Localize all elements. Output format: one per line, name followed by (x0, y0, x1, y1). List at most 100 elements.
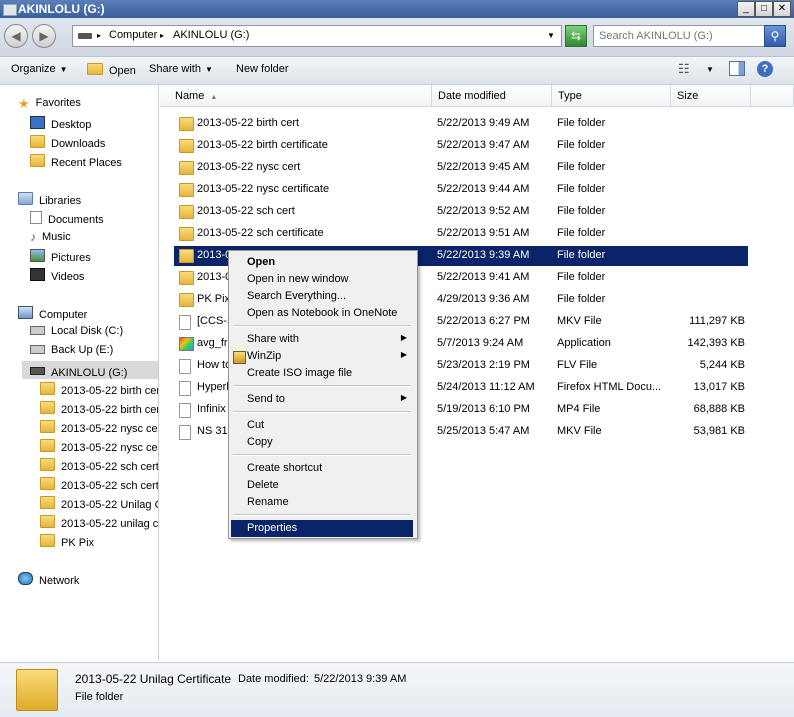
nav-subfolder[interactable]: 2013-05-22 nysc cer (40, 420, 158, 435)
breadcrumb-drive[interactable]: AKINLOLU (G:) (173, 29, 249, 41)
network-icon (18, 572, 33, 585)
file-date: 4/29/2013 9:36 AM (437, 293, 530, 305)
window-title: AKINLOLU (G:) (18, 2, 105, 16)
column-name-label: Name (175, 90, 205, 102)
breadcrumb-separator: ▸ (97, 31, 102, 40)
menu-item-rename[interactable]: Rename (231, 494, 413, 511)
search-input[interactable] (594, 26, 761, 46)
search-box[interactable] (593, 25, 765, 47)
maximize-button[interactable]: □ (755, 1, 773, 17)
folder-icon (16, 669, 58, 711)
column-header-type[interactable]: Type (552, 85, 671, 107)
nav-videos[interactable]: Videos (30, 268, 84, 283)
menu-item-create-shortcut[interactable]: Create shortcut (231, 460, 413, 477)
context-menu: Open Open in new window Search Everything.… (228, 250, 418, 539)
nav-documents[interactable]: Documents (30, 211, 104, 226)
file-name: 2013-05-22 sch certificate (197, 227, 324, 239)
nav-network[interactable]: Network (18, 572, 79, 587)
nav-desktop[interactable]: Desktop (30, 116, 91, 131)
nav-favorites[interactable]: ★ Favorites (18, 96, 81, 111)
menu-item-copy[interactable]: Copy (231, 434, 413, 451)
nav-subfolder[interactable]: 2013-05-22 nysc cer (40, 439, 158, 454)
menu-separator (233, 385, 411, 387)
nav-subfolder-label: 2013-05-22 nysc cer (61, 442, 158, 454)
file-icon (179, 425, 191, 440)
nav-subfolder[interactable]: PK Pix (40, 534, 158, 549)
chevron-down-icon: ▼ (59, 65, 68, 74)
menu-item-create-iso-image-file[interactable]: Create ISO image file (231, 365, 413, 382)
menu-item-properties[interactable]: Properties (231, 520, 413, 537)
column-header-name[interactable]: Name ▲ (160, 85, 432, 107)
breadcrumb-computer[interactable]: Computer (109, 29, 157, 41)
address-dropdown-icon[interactable]: ▼ (547, 31, 555, 40)
nav-subfolder[interactable]: 2013-05-22 unilag ce (40, 515, 158, 530)
help-icon[interactable]: ? (757, 61, 773, 77)
file-row[interactable]: 2013-05-22 nysc cert 5/22/2013 9:45 AM Fil… (174, 158, 748, 178)
nav-videos-label: Videos (51, 271, 85, 283)
nav-subfolder[interactable]: 2013-05-22 sch cert (40, 458, 158, 473)
nav-pictures[interactable]: Pictures (30, 249, 91, 264)
nav-subfolder[interactable]: 2013-05-22 birth cer (40, 382, 158, 397)
nav-akinlolu-drive[interactable]: AKINLOLU (G:) (22, 361, 158, 379)
forward-button[interactable]: ▶ (32, 24, 56, 48)
back-button[interactable]: ◀ (4, 24, 28, 48)
menu-item-open[interactable]: Open (231, 254, 413, 271)
open-button[interactable]: Open (87, 63, 136, 77)
menu-item-cut[interactable]: Cut (231, 417, 413, 434)
menu-item-delete[interactable]: Delete (231, 477, 413, 494)
star-icon: ★ (18, 96, 30, 111)
nav-computer[interactable]: Computer (18, 306, 87, 321)
nav-documents-label: Documents (48, 214, 104, 226)
nav-libraries[interactable]: Libraries (18, 192, 81, 207)
menu-item-share-with[interactable]: Share with ▶ (231, 331, 413, 348)
hard-drive-icon (30, 326, 45, 335)
nav-downloads[interactable]: Downloads (30, 135, 105, 150)
nav-subfolder[interactable]: 2013-05-22 sch cert (40, 477, 158, 492)
folder-icon (179, 183, 194, 197)
folder-icon (87, 63, 103, 75)
minimize-button[interactable]: _ (737, 1, 755, 17)
menu-item-send-to[interactable]: Send to ▶ (231, 391, 413, 408)
close-button[interactable]: ✕ (773, 1, 791, 17)
file-row[interactable]: 2013-05-22 birth certificate 5/22/2013 9:… (174, 136, 748, 156)
nav-computer-label: Computer (39, 309, 88, 321)
chevron-down-icon[interactable]: ▼ (706, 65, 714, 74)
column-header-size[interactable]: Size (671, 85, 751, 107)
file-date: 5/22/2013 9:52 AM (437, 205, 530, 217)
file-row[interactable]: 2013-05-22 sch certificate 5/22/2013 9:51… (174, 224, 748, 244)
nav-recent-places[interactable]: Recent Places (30, 154, 122, 169)
menu-item-label: Cut (247, 419, 265, 431)
submenu-arrow-icon: ▶ (400, 333, 407, 342)
nav-subfolder[interactable]: 2013-05-22 birth cer (40, 401, 158, 416)
column-header-date[interactable]: Date modified (432, 85, 552, 107)
address-bar[interactable]: ▸ Computer ▸ AKINLOLU (G:) ▼ (72, 25, 562, 47)
menu-item-label: Copy (247, 436, 273, 448)
share-with-button[interactable]: Share with ▼ (149, 63, 213, 75)
organize-button[interactable]: Organize ▼ (11, 63, 68, 75)
nav-subfolder-label: 2013-05-22 sch cert (61, 480, 158, 492)
nav-subfolder-label: 2013-05-22 birth cer (61, 404, 158, 416)
drive-icon (3, 4, 17, 16)
nav-local-disk[interactable]: Local Disk (C:) (30, 325, 123, 337)
file-date: 5/24/2013 11:12 AM (437, 381, 535, 393)
menu-item-winzip[interactable]: WinZip ▶ (231, 348, 413, 365)
menu-item-open-as-notebook-in-onenote[interactable]: Open as Notebook in OneNote (231, 305, 413, 322)
file-size: 142,393 KB (687, 337, 746, 349)
nav-music[interactable]: ♪ Music (30, 230, 71, 244)
file-row[interactable]: 2013-05-22 birth cert 5/22/2013 9:49 AM Fi… (174, 114, 748, 134)
search-icon[interactable]: ⚲ (764, 25, 786, 47)
nav-subfolder-label: 2013-05-22 sch cert (61, 461, 158, 473)
nav-subfolder[interactable]: 2013-05-22 Unilag C (40, 496, 158, 511)
refresh-button[interactable]: ⇆ (565, 25, 587, 47)
folder-icon (179, 293, 194, 307)
new-folder-button[interactable]: New folder (236, 63, 289, 75)
nav-recent-places-label: Recent Places (51, 157, 122, 169)
view-options-icon[interactable]: ☷ (678, 61, 690, 77)
menu-item-search-everything[interactable]: Search Everything... (231, 288, 413, 305)
menu-item-open-in-new-window[interactable]: Open in new window (231, 271, 413, 288)
file-row[interactable]: 2013-05-22 sch cert 5/22/2013 9:52 AM File… (174, 202, 748, 222)
preview-pane-icon[interactable] (729, 61, 745, 76)
nav-backup-drive[interactable]: Back Up (E:) (30, 344, 113, 356)
file-type: MP4 File (557, 403, 601, 415)
file-row[interactable]: 2013-05-22 nysc certificate 5/22/2013 9:4… (174, 180, 748, 200)
